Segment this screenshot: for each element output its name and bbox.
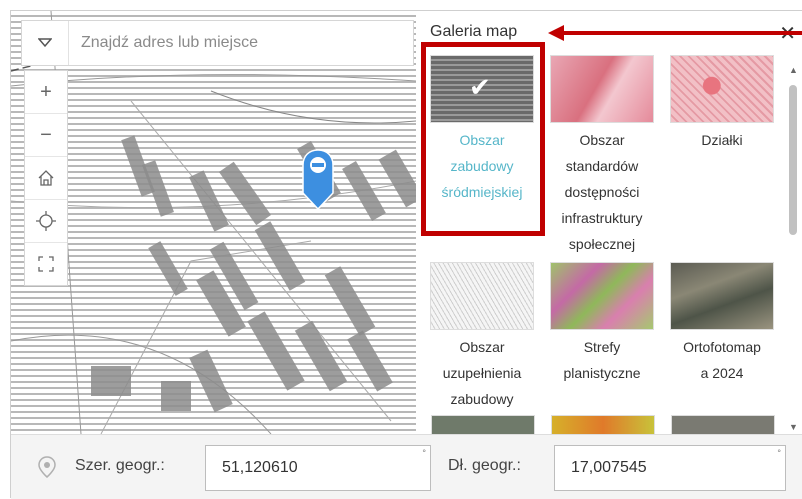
tile-label: Strefy planistyczne	[563, 339, 641, 381]
zoom-in-button[interactable]: +	[25, 71, 67, 114]
field-indicator-icon: °	[422, 448, 426, 458]
map-toolbar: + −	[24, 70, 68, 286]
tile-label: Obszar uzupełnienia zabudowy	[442, 339, 522, 407]
tile-label: Obszar standardów dostępności infrastruk…	[561, 132, 643, 252]
search-bar	[21, 20, 414, 66]
scrollbar-thumb[interactable]	[789, 85, 797, 235]
gallery-item-dzialki[interactable]: Działki	[670, 55, 774, 153]
thumbnail	[430, 262, 534, 330]
gallery-item-obszar-standardow[interactable]: Obszar standardów dostępności infrastruk…	[550, 55, 654, 257]
search-input[interactable]	[69, 33, 403, 53]
coordinates-bar: Szer. geogr.: 51,120610 ° Dł. geogr.: 17…	[11, 434, 802, 499]
minus-icon: −	[40, 123, 52, 146]
zoom-out-button[interactable]: −	[25, 114, 67, 157]
home-button[interactable]	[25, 157, 67, 200]
plus-icon: +	[40, 80, 52, 103]
location-pin-icon	[38, 456, 56, 478]
gallery-thumbnail-partial[interactable]	[551, 415, 655, 434]
gallery-thumbnail-partial[interactable]	[671, 415, 775, 434]
longitude-label: Dł. geogr.:	[448, 457, 521, 474]
home-icon	[38, 170, 54, 186]
tile-label: Ortofotomap a 2024	[683, 339, 761, 381]
longitude-value: 17,007545	[571, 459, 647, 476]
latitude-value: 51,120610	[222, 459, 298, 476]
gallery-item-obszar-uzupelnienia[interactable]: Obszar uzupełnienia zabudowy	[430, 262, 534, 412]
search-source-dropdown[interactable]	[22, 21, 69, 65]
map-pin-icon	[302, 149, 334, 211]
thumbnail	[550, 55, 654, 123]
annotation-arrow-icon	[548, 25, 802, 41]
fullscreen-button[interactable]	[25, 243, 67, 285]
gallery-item-ortofotomapa-2024[interactable]: Ortofotomap a 2024	[670, 262, 774, 386]
locate-button[interactable]	[25, 200, 67, 243]
thumbnail	[670, 55, 774, 123]
panel-title: Galeria map	[430, 23, 518, 40]
scroll-up-icon[interactable]: ▲	[789, 65, 798, 75]
latitude-field[interactable]: 51,120610 °	[205, 445, 431, 491]
chevron-down-icon	[38, 38, 52, 48]
crosshair-icon	[36, 211, 56, 231]
fullscreen-icon	[38, 256, 54, 272]
scroll-down-icon[interactable]: ▼	[789, 422, 798, 432]
gallery-item-strefy-planistyczne[interactable]: Strefy planistyczne	[550, 262, 654, 386]
tile-label: Działki	[701, 132, 743, 148]
field-indicator-icon: °	[777, 448, 781, 458]
scrollbar[interactable]: ▲ ▼	[786, 59, 800, 434]
map-view[interactable]	[11, 11, 416, 434]
thumbnail	[670, 262, 774, 330]
longitude-field[interactable]: 17,007545 °	[554, 445, 786, 491]
location-marker[interactable]	[302, 149, 334, 216]
latitude-label: Szer. geogr.:	[75, 457, 165, 474]
annotation-highlight-box	[421, 42, 545, 236]
building	[91, 366, 131, 396]
gallery-thumbnail-partial[interactable]	[431, 415, 535, 434]
building	[161, 381, 191, 411]
thumbnail	[550, 262, 654, 330]
